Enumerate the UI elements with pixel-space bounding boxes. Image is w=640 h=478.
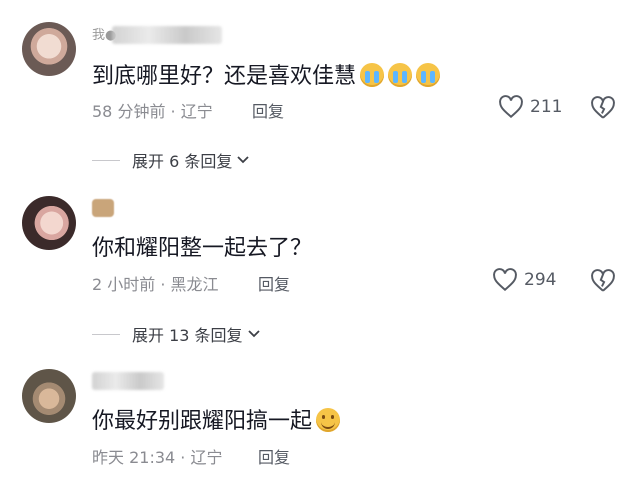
username-blur-mask: [112, 26, 222, 44]
avatar[interactable]: [22, 196, 76, 250]
comment-meta: 昨天 21:34 · 辽宁: [92, 448, 223, 467]
comment-meta: 2 小时前 · 黑龙江: [92, 275, 219, 294]
like-button[interactable]: 294: [492, 268, 556, 292]
smiling-face-icon: [316, 408, 341, 432]
comment-text: 到底哪里好？还是喜欢佳慧: [92, 58, 441, 90]
like-count: 211: [530, 97, 563, 117]
loudly-crying-face-icon: [388, 63, 413, 87]
divider: [92, 333, 120, 335]
chevron-down-icon: [247, 330, 260, 338]
reply-button[interactable]: 回复: [258, 444, 290, 468]
heart-icon: [499, 95, 523, 119]
user-badge: [92, 199, 114, 217]
heart-icon: [493, 268, 517, 292]
like-count: 294: [524, 270, 557, 290]
broken-heart-icon[interactable]: [590, 96, 616, 120]
comment-text: 你和耀阳整一起去了？: [92, 236, 313, 261]
reply-button[interactable]: 回复: [252, 98, 284, 122]
comment-text: 你最好别跟耀阳搞一起: [92, 403, 341, 435]
like-button[interactable]: 211: [498, 95, 562, 119]
comment-text-content: 你最好别跟耀阳搞一起: [92, 409, 313, 434]
chevron-down-icon: [237, 156, 249, 164]
avatar[interactable]: [22, 22, 76, 76]
username-blur-mask: [92, 372, 164, 390]
expand-replies-label: 展开 6 条回复: [132, 152, 233, 171]
expand-replies-button[interactable]: 展开 13 条回复: [92, 322, 261, 346]
loudly-crying-face-icon: [360, 63, 385, 87]
broken-heart-icon[interactable]: [590, 269, 616, 293]
divider: [92, 159, 120, 161]
loudly-crying-face-icon: [416, 63, 441, 87]
comment-text-content: 到底哪里好？还是喜欢佳慧: [92, 64, 357, 89]
expand-replies-label: 展开 13 条回复: [132, 326, 243, 345]
avatar[interactable]: [22, 369, 76, 423]
expand-replies-button[interactable]: 展开 6 条回复: [92, 148, 250, 172]
comment-meta: 58 分钟前 · 辽宁: [92, 102, 213, 121]
reply-button[interactable]: 回复: [258, 271, 290, 295]
